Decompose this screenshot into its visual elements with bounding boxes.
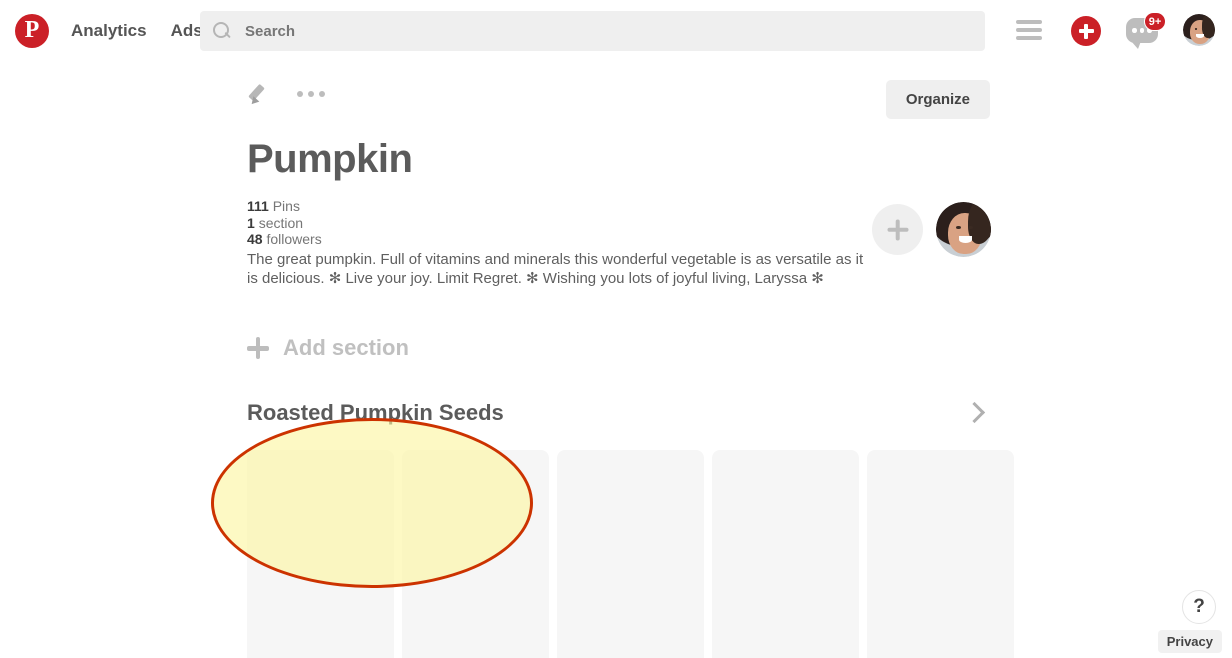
stat-followers-count: 48 — [247, 231, 263, 247]
stat-sections-label: section — [258, 214, 304, 231]
ellipsis-dot — [319, 91, 325, 97]
board-stats: 111 Pins 1 section 48 followers — [247, 198, 322, 248]
hamburger-bar — [1016, 20, 1042, 24]
search-input[interactable]: Search — [245, 23, 295, 40]
stat-pins: 111 Pins — [247, 198, 322, 215]
question-mark-icon[interactable]: ? — [1182, 590, 1216, 624]
plus-icon — [895, 219, 900, 240]
pin-placeholder[interactable] — [402, 450, 549, 658]
stat-sections: 1 section — [247, 215, 322, 232]
pencil-icon[interactable] — [247, 82, 271, 107]
add-section-label: Add section — [283, 335, 409, 360]
create-pin-button[interactable] — [1071, 16, 1101, 46]
stat-pins-label: Pins — [272, 198, 300, 214]
nav-item-analytics[interactable]: Analytics — [71, 21, 147, 41]
add-section-button[interactable]: Add section — [247, 335, 409, 361]
pinterest-logo-icon[interactable]: P — [15, 14, 49, 48]
nav-item-ads[interactable]: Ads — [171, 21, 203, 41]
pin-placeholder[interactable] — [867, 450, 1014, 658]
pin-placeholder[interactable] — [247, 450, 394, 658]
hamburger-menu-icon[interactable] — [1016, 20, 1042, 40]
bubble-dot — [1132, 28, 1137, 33]
privacy-link[interactable]: Privacy — [1157, 630, 1222, 653]
plus-icon — [247, 337, 269, 359]
search-bar[interactable]: Search — [200, 11, 985, 51]
board-page: Organize Pumpkin 111 Pins 1 section 48 f… — [0, 62, 1232, 658]
top-navigation-bar: P Analytics Ads Search 9+ — [0, 0, 1232, 62]
plus-icon — [1084, 23, 1088, 39]
board-owner-avatar[interactable] — [936, 202, 991, 257]
ellipsis-dot — [297, 91, 303, 97]
stat-followers-label: followers — [266, 231, 322, 247]
board-collaborators — [872, 202, 991, 257]
add-collaborator-icon[interactable] — [872, 204, 923, 255]
chevron-right-icon[interactable] — [962, 402, 986, 426]
search-icon — [212, 21, 232, 41]
stat-sections-count: 1 — [247, 214, 255, 231]
ellipsis-icon[interactable] — [297, 91, 325, 97]
avatar-image — [936, 202, 991, 257]
hamburger-bar — [1016, 36, 1042, 40]
organize-button[interactable]: Organize — [885, 80, 990, 119]
page-title: Pumpkin — [247, 137, 413, 181]
section-title[interactable]: Roasted Pumpkin Seeds — [247, 400, 504, 426]
notification-badge: 9+ — [1144, 12, 1166, 31]
messages-button[interactable]: 9+ — [1126, 12, 1166, 50]
pin-placeholder[interactable] — [557, 450, 704, 658]
pin-placeholder[interactable] — [712, 450, 859, 658]
pinterest-logo-letter: P — [24, 17, 40, 43]
board-toolbar — [247, 82, 325, 107]
plus-bar-vertical — [255, 337, 261, 359]
board-description: The great pumpkin. Full of vitamins and … — [247, 251, 864, 287]
user-avatar[interactable] — [1183, 14, 1215, 46]
hamburger-bar — [1016, 28, 1042, 32]
avatar-image — [1183, 14, 1215, 46]
bubble-dot — [1139, 28, 1144, 33]
pin-grid — [247, 450, 1014, 658]
ellipsis-dot — [308, 91, 314, 97]
stat-pins-count: 111 — [247, 198, 269, 214]
stat-followers: 48 followers — [247, 231, 322, 248]
